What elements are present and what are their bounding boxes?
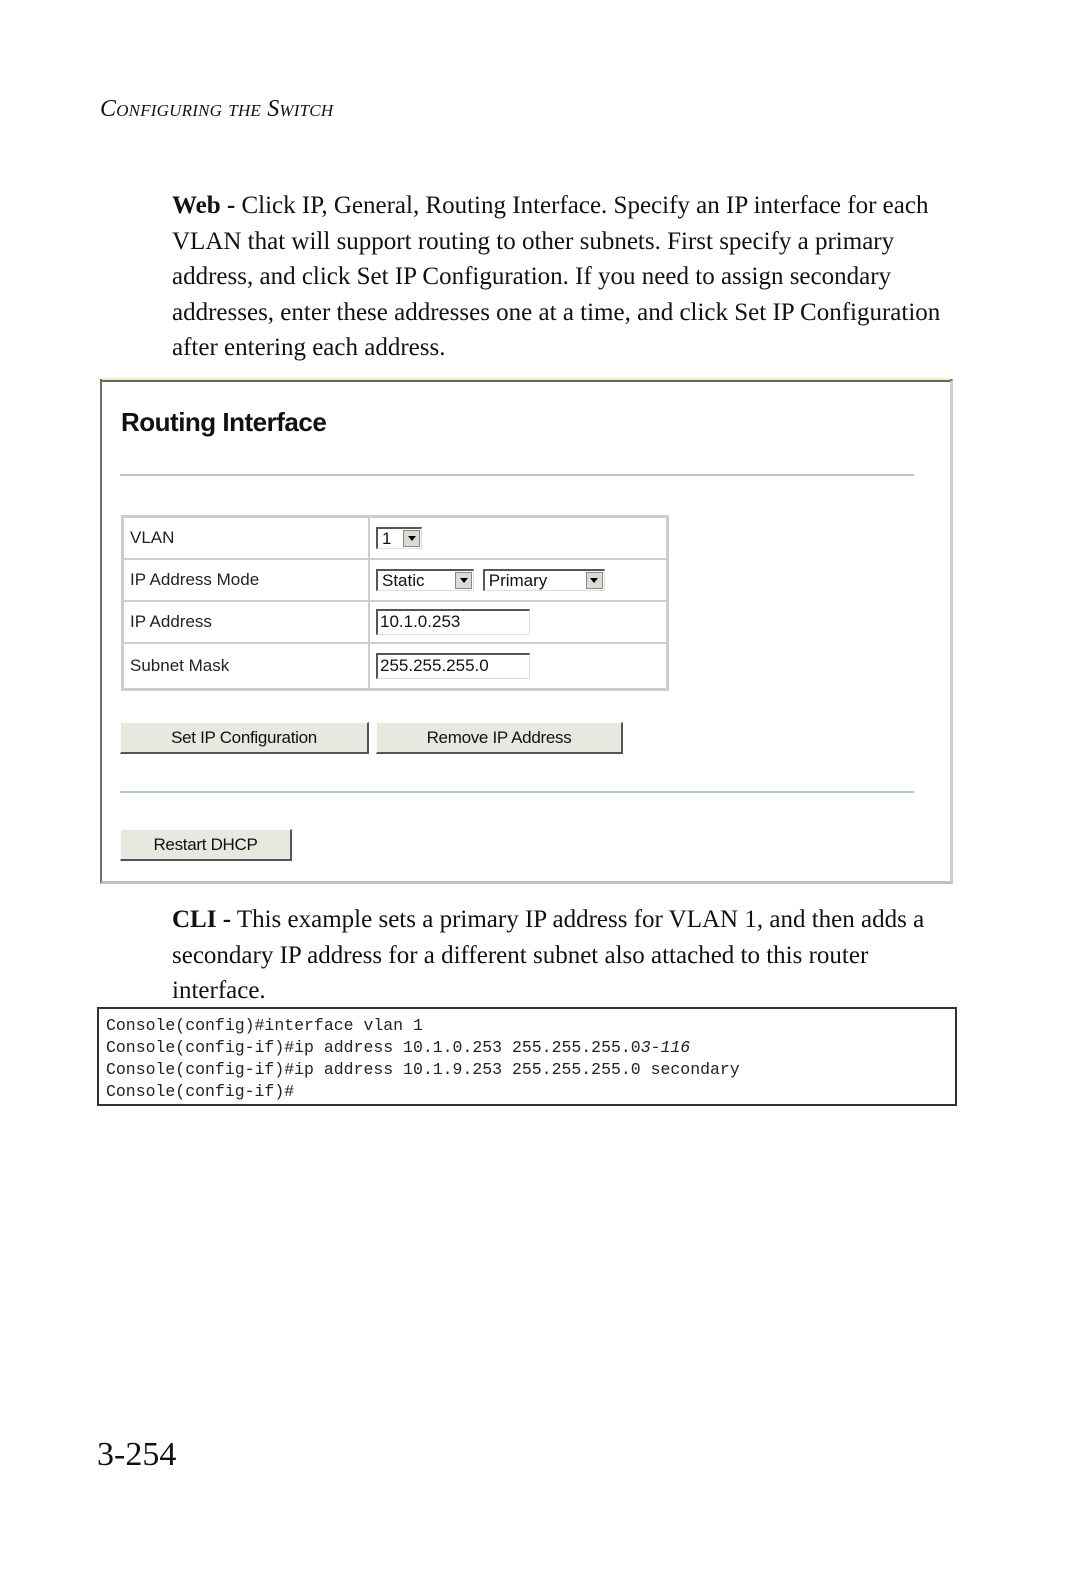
ip-mode-select[interactable]: Static [376,569,474,591]
chevron-down-icon [403,530,420,547]
divider [120,474,914,476]
web-instructions: Web - Click IP, General, Routing Interfa… [172,188,962,366]
restart-dhcp-button[interactable]: Restart DHCP [120,829,292,861]
ip-address-row: IP Address 10.1.0.253 [123,601,667,643]
code-line: Console(config-if)#ip address 10.1.9.253… [106,1060,740,1079]
routing-interface-screenshot: Routing Interface VLAN 1 IP Address Mode… [100,378,953,884]
remove-ip-address-button[interactable]: Remove IP Address [376,722,623,754]
ip-address-input[interactable]: 10.1.0.253 [376,609,530,635]
ip-address-label: IP Address [123,601,369,643]
cross-reference: 3-116 [640,1038,691,1057]
chevron-down-icon [455,572,472,589]
web-text: Click IP, General, Routing Interface. Sp… [172,192,941,361]
cli-code-block: Console(config)#interface vlan 1 Console… [97,1007,957,1106]
running-head: Configuring the Switch [100,96,334,122]
code-line: Console(config)#interface vlan 1 [106,1016,423,1035]
subnet-mask-row: Subnet Mask 255.255.255.0 [123,643,667,689]
cli-lead: CLI - [172,906,232,933]
code-line: Console(config-if)# [106,1082,295,1101]
chevron-down-icon [585,572,603,589]
subnet-mask-label: Subnet Mask [123,643,369,689]
vlan-row: VLAN 1 [123,517,667,559]
divider [120,791,914,793]
page-title: Routing Interface [121,407,327,437]
code-line: Console(config-if)#ip address 10.1.0.253… [106,1038,691,1057]
vlan-label: VLAN [123,517,369,559]
top-edge [102,378,950,380]
subnet-mask-input[interactable]: 255.255.255.0 [376,653,530,679]
cli-instructions: CLI - This example sets a primary IP add… [172,902,962,1009]
cli-text: This example sets a primary IP address f… [172,906,925,1004]
vlan-select[interactable]: 1 [376,527,422,549]
web-lead: Web - [172,192,236,219]
set-ip-configuration-button[interactable]: Set IP Configuration [120,722,369,754]
page-number: 3-254 [97,1436,177,1473]
address-type-select[interactable]: Primary [482,569,605,591]
ip-mode-label: IP Address Mode [123,559,369,601]
ip-mode-row: IP Address Mode Static Primary [123,559,667,601]
routing-form: VLAN 1 IP Address Mode Static Primary IP… [121,515,669,691]
